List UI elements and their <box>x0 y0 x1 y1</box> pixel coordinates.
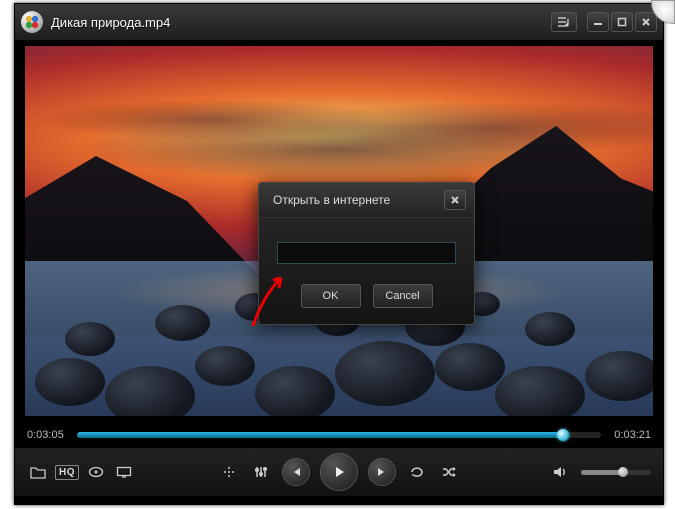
player-window: Дикая природа.mp4 0:03:05 <box>14 3 664 505</box>
screen-button[interactable] <box>113 461 135 483</box>
cancel-button[interactable]: Cancel <box>373 284 433 308</box>
ok-button[interactable]: OK <box>301 284 361 308</box>
minimize-button[interactable] <box>587 12 609 32</box>
window-title: Дикая природа.mp4 <box>51 15 551 30</box>
seek-fill <box>77 432 564 438</box>
right-controls <box>549 461 651 483</box>
play-button[interactable] <box>320 453 358 491</box>
equalizer-button[interactable] <box>250 461 272 483</box>
window-buttons <box>587 12 657 32</box>
maximize-button[interactable] <box>611 12 633 32</box>
url-input[interactable] <box>277 242 456 264</box>
current-time: 0:03:05 <box>27 429 69 441</box>
playlist-button[interactable] <box>551 12 577 32</box>
app-logo-icon <box>21 11 43 33</box>
dialog-close-button[interactable] <box>444 190 466 210</box>
next-button[interactable] <box>368 458 396 486</box>
dialog-titlebar: Открыть в интернете <box>259 183 474 218</box>
settings-icon[interactable] <box>218 461 240 483</box>
open-file-button[interactable] <box>27 461 49 483</box>
open-url-dialog: Открыть в интернете OK Cancel <box>258 182 475 325</box>
subtitle-button[interactable] <box>85 461 107 483</box>
volume-slider[interactable] <box>581 470 651 475</box>
total-time: 0:03:21 <box>609 429 651 441</box>
previous-button[interactable] <box>282 458 310 486</box>
seek-bar[interactable] <box>77 432 601 438</box>
repeat-button[interactable] <box>406 461 428 483</box>
controls-bar: HQ <box>15 448 663 496</box>
seek-knob[interactable] <box>557 429 569 441</box>
dialog-title-text: Открыть в интернете <box>273 193 444 207</box>
center-controls <box>218 453 460 491</box>
shuffle-button[interactable] <box>438 461 460 483</box>
progress-row: 0:03:05 0:03:21 <box>15 422 663 448</box>
volume-icon[interactable] <box>549 461 571 483</box>
hq-button[interactable]: HQ <box>55 465 79 480</box>
volume-knob[interactable] <box>618 467 628 477</box>
close-button[interactable] <box>635 12 657 32</box>
titlebar: Дикая природа.mp4 <box>15 4 663 40</box>
